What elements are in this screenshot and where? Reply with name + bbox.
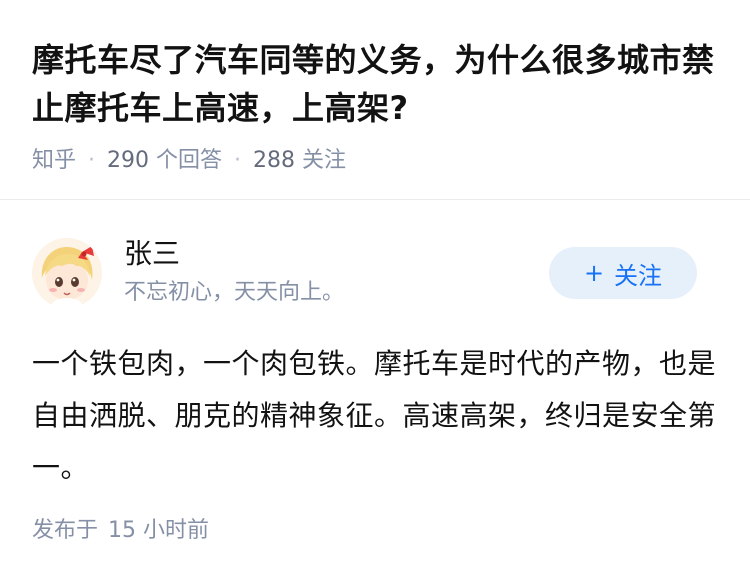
follow-count-link[interactable]: 288 关注 — [253, 146, 346, 176]
question-header: 摩托车尽了汽车同等的义务，为什么很多城市禁止摩托车上高速，上高架? 知乎 · 2… — [0, 0, 750, 176]
published-unit: 小时前 — [143, 518, 210, 543]
answer-content[interactable]: 一个铁包肉，一个肉包铁。摩托车是时代的产物，也是自由洒脱、朋克的精神象征。高速高… — [32, 338, 718, 494]
author-row: 张三 不忘初心，天天向上。 + 关注 — [0, 200, 750, 320]
follow-count: 288 — [253, 148, 296, 173]
answer-count: 290 — [107, 148, 150, 173]
avatar-illustration-icon — [32, 238, 102, 308]
answer-card: 张三 不忘初心，天天向上。 + 关注 一个铁包肉，一个肉包铁。摩托车是时代的产物… — [0, 200, 750, 494]
question-title[interactable]: 摩托车尽了汽车同等的义务，为什么很多城市禁止摩托车上高速，上高架? — [32, 36, 718, 132]
published-value: 15 — [108, 518, 137, 543]
question-meta: 知乎 · 290 个回答 · 288 关注 — [32, 146, 718, 176]
published-label: 发布于 — [32, 518, 99, 543]
meta-separator: · — [234, 148, 242, 173]
meta-separator: · — [88, 148, 96, 173]
author-avatar[interactable] — [32, 238, 102, 308]
author-bio: 不忘初心，天天向上。 — [124, 280, 345, 305]
author-name[interactable]: 张三 — [124, 236, 180, 272]
source-label[interactable]: 知乎 — [32, 146, 76, 176]
published-time: 15 小时前 — [108, 516, 209, 546]
plus-icon: + — [583, 259, 605, 287]
answer-count-label: 个回答 — [156, 148, 223, 173]
answer-count-link[interactable]: 290 个回答 — [107, 146, 222, 176]
answer-footer: 发布于 15 小时前 — [32, 516, 209, 546]
follow-count-label: 关注 — [302, 148, 347, 173]
follow-button[interactable]: + 关注 — [549, 247, 697, 299]
follow-button-label: 关注 — [614, 261, 663, 290]
